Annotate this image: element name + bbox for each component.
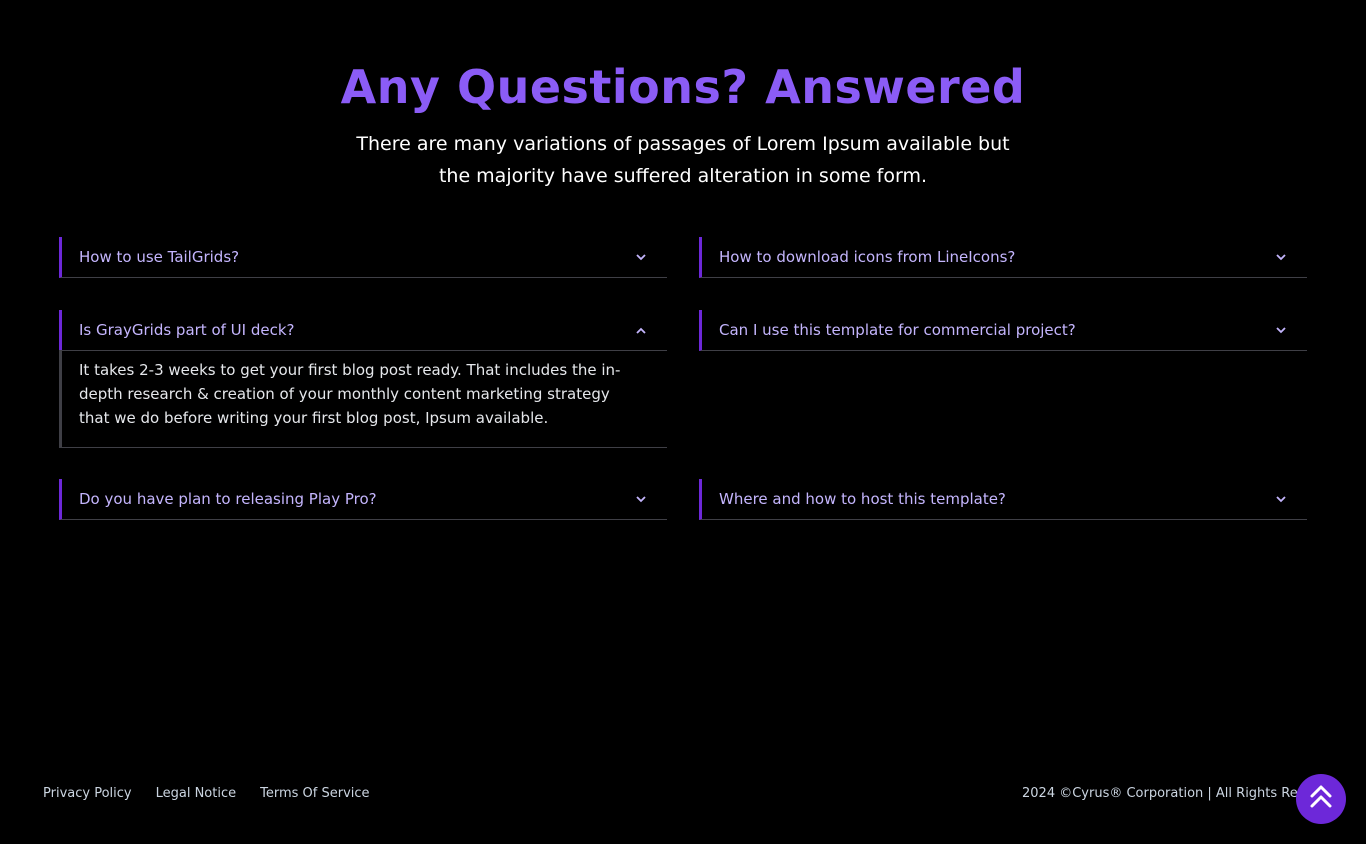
faq-question: Where and how to host this template?	[719, 490, 1006, 508]
faq-question-button[interactable]: Is GrayGrids part of UI deck?	[62, 310, 667, 350]
legal-notice-link[interactable]: Legal Notice	[156, 786, 237, 801]
faq-question: How to download icons from LineIcons?	[719, 248, 1016, 266]
double-chevron-up-icon	[1309, 784, 1333, 814]
chevron-down-icon	[635, 493, 647, 505]
faq-answer-panel: It takes 2-3 weeks to get your first blo…	[59, 350, 667, 448]
faq-item: Do you have plan to releasing Play Pro?	[59, 479, 667, 520]
faq-item-open: Is GrayGrids part of UI deck?	[59, 310, 667, 351]
chevron-down-icon	[1275, 493, 1287, 505]
terms-of-service-link[interactable]: Terms Of Service	[260, 786, 369, 801]
page-title: Any Questions? Answered	[340, 60, 1026, 114]
chevron-down-icon	[1275, 251, 1287, 263]
copyright-text: 2024 ©Cyrus® Corporation | All Rights Re…	[1022, 786, 1298, 801]
scroll-to-top-button[interactable]	[1296, 774, 1346, 824]
faq-item: Where and how to host this template?	[699, 479, 1307, 520]
faq-question: Can I use this template for commercial p…	[719, 321, 1076, 339]
chevron-up-icon	[635, 324, 647, 336]
hero-section: Any Questions? Answered There are many v…	[0, 58, 1366, 192]
faq-page: Any Questions? Answered There are many v…	[0, 0, 1366, 844]
faq-question-button[interactable]: Where and how to host this template?	[702, 479, 1307, 519]
faq-question: Is GrayGrids part of UI deck?	[79, 321, 295, 339]
faq-item: How to use TailGrids?	[59, 237, 667, 278]
faq-question-button[interactable]: Can I use this template for commercial p…	[702, 310, 1307, 350]
faq-answer: It takes 2-3 weeks to get your first blo…	[79, 361, 621, 427]
chevron-down-icon	[1275, 324, 1287, 336]
faq-question-button[interactable]: Do you have plan to releasing Play Pro?	[62, 479, 667, 519]
chevron-down-icon	[635, 251, 647, 263]
faq-item: Can I use this template for commercial p…	[699, 310, 1307, 351]
faq-question-button[interactable]: How to use TailGrids?	[62, 237, 667, 277]
faq-question: How to use TailGrids?	[79, 248, 240, 266]
privacy-policy-link[interactable]: Privacy Policy	[43, 786, 132, 801]
faq-question-button[interactable]: How to download icons from LineIcons?	[702, 237, 1307, 277]
footer-links: Privacy Policy Legal Notice Terms Of Ser…	[43, 786, 370, 801]
footer: Privacy Policy Legal Notice Terms Of Ser…	[0, 786, 1366, 810]
page-subtitle: There are many variations of passages of…	[356, 133, 1010, 187]
faq-question: Do you have plan to releasing Play Pro?	[79, 490, 377, 508]
faq-item: How to download icons from LineIcons?	[699, 237, 1307, 278]
